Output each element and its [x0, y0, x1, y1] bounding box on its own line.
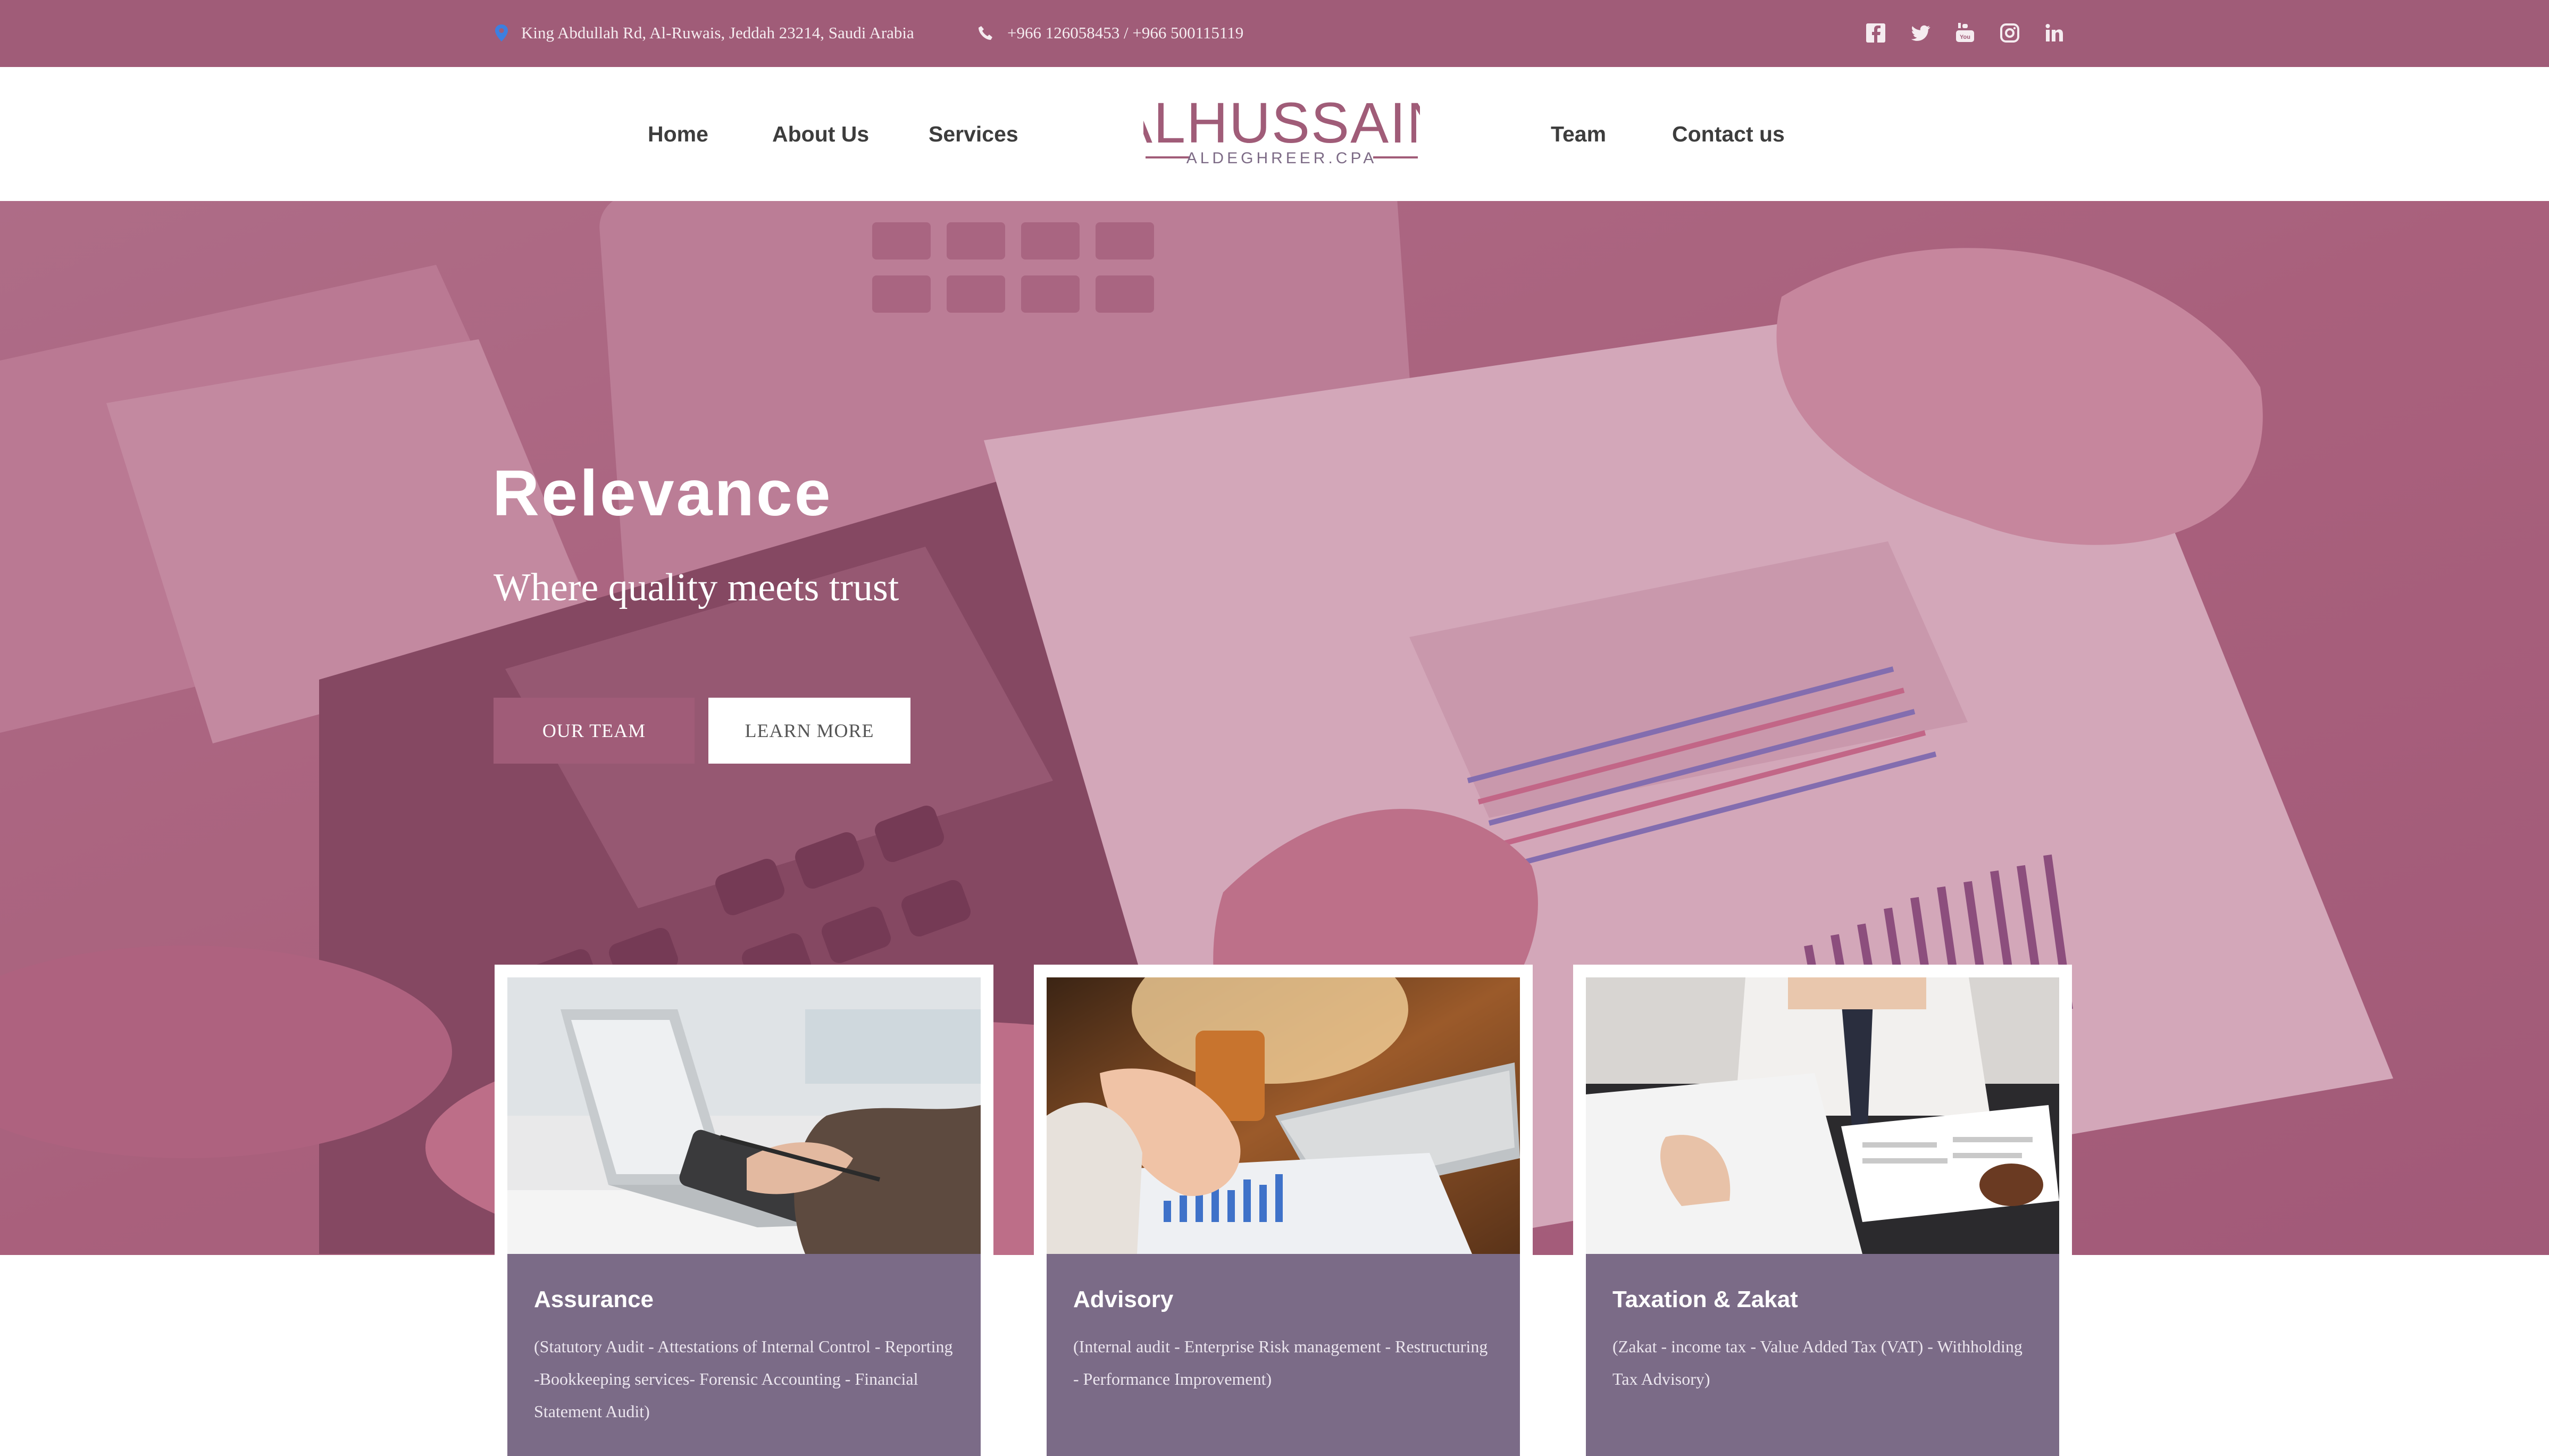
svg-text:You: You: [1960, 34, 1970, 40]
facebook-icon[interactable]: [1865, 22, 1887, 44]
youtube-icon[interactable]: You: [1954, 22, 1976, 44]
hero-title: Relevance: [492, 457, 833, 529]
taxation-info: Taxation & Zakat (Zakat - income tax - V…: [1586, 1254, 2059, 1456]
nav-contact-us[interactable]: Contact us: [1672, 120, 1785, 148]
address-block: King Abdullah Rd, Al-Ruwais, Jeddah 2321…: [494, 19, 914, 47]
nav-home[interactable]: Home: [648, 120, 708, 148]
linkedin-icon[interactable]: [2043, 22, 2066, 44]
location-pin-icon: [494, 24, 509, 42]
site-header: Home About Us Services ALHUSSAIN ALDEGHR…: [0, 67, 2549, 201]
nav-team[interactable]: Team: [1551, 120, 1606, 148]
card-description: (Internal audit - Enterprise Risk manage…: [1073, 1337, 1488, 1389]
card-description: (Zakat - income tax - Value Added Tax (V…: [1612, 1337, 2023, 1389]
card-title[interactable]: Advisory: [1073, 1286, 1494, 1312]
service-card-taxation-zakat[interactable]: Taxation & Zakat (Zakat - income tax - V…: [1573, 965, 2072, 1456]
learn-more-button[interactable]: LEARN MORE: [708, 698, 910, 764]
phone-text[interactable]: +966 126058453 / +966 500115119: [1007, 23, 1243, 43]
taxation-photo: [1586, 977, 2059, 1254]
site-logo[interactable]: ALHUSSAIN ALDEGHREER.CPA: [1143, 94, 1420, 173]
logo-sub-text: ALDEGHREER.CPA: [1186, 149, 1377, 167]
card-title[interactable]: Assurance: [534, 1286, 955, 1312]
nav-about-us[interactable]: About Us: [772, 120, 869, 148]
advisory-photo: [1047, 977, 1520, 1254]
logo-main-text: ALHUSSAIN: [1143, 94, 1420, 155]
our-team-button[interactable]: OUR TEAM: [494, 698, 695, 764]
service-card-assurance[interactable]: Assurance (Statutory Audit - Attestation…: [495, 965, 993, 1456]
assurance-photo: [507, 977, 981, 1254]
address-text: King Abdullah Rd, Al-Ruwais, Jeddah 2321…: [521, 23, 914, 42]
service-card-advisory[interactable]: Advisory (Internal audit - Enterprise Ri…: [1034, 965, 1533, 1456]
assurance-info: Assurance (Statutory Audit - Attestation…: [507, 1254, 981, 1456]
twitter-icon[interactable]: [1909, 22, 1932, 44]
social-links: You: [1865, 19, 2066, 47]
nav-services[interactable]: Services: [929, 120, 1018, 148]
phone-block: +966 126058453 / +966 500115119: [977, 19, 1243, 47]
instagram-icon[interactable]: [1999, 22, 2021, 44]
top-bar: King Abdullah Rd, Al-Ruwais, Jeddah 2321…: [0, 0, 2549, 67]
card-description: (Statutory Audit - Attestations of Inter…: [534, 1337, 953, 1421]
advisory-info: Advisory (Internal audit - Enterprise Ri…: [1047, 1254, 1520, 1456]
phone-icon: [977, 25, 993, 41]
card-title[interactable]: Taxation & Zakat: [1612, 1286, 2034, 1312]
hero-subtitle: Where quality meets trust: [494, 566, 899, 609]
